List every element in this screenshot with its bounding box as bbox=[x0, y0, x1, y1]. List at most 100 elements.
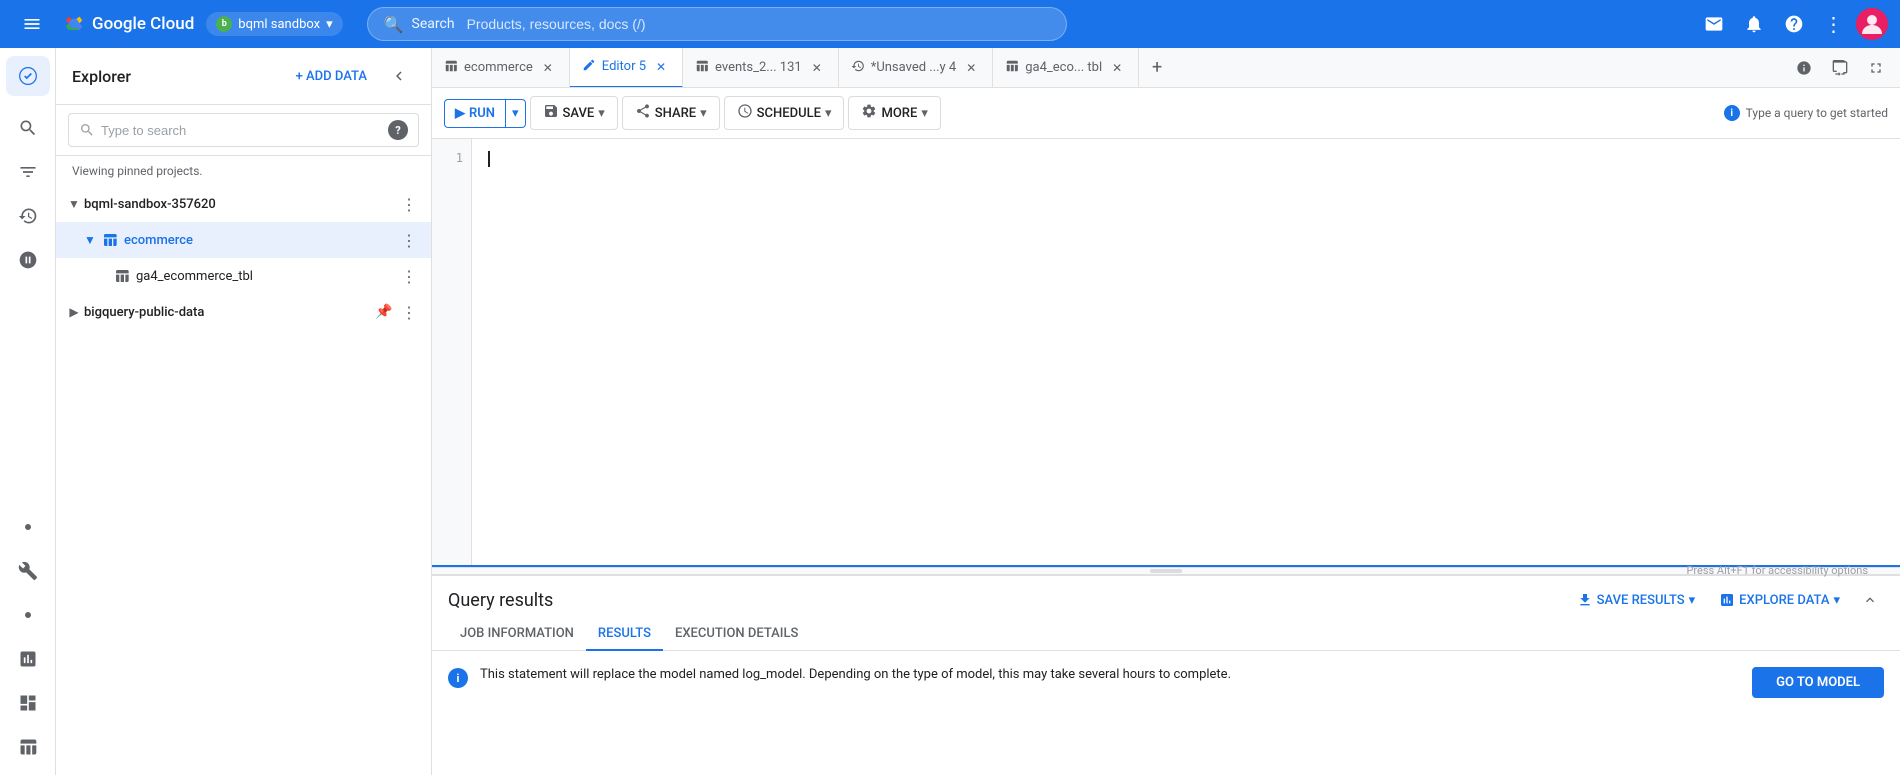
more-button[interactable]: MORE ▾ bbox=[848, 96, 940, 130]
nav-item-wrench[interactable] bbox=[8, 551, 48, 591]
code-content[interactable] bbox=[472, 139, 1900, 565]
alerts-button[interactable] bbox=[1736, 6, 1772, 42]
tab-unsaved-close[interactable]: ✕ bbox=[962, 59, 980, 77]
tab-ecommerce[interactable]: ecommerce ✕ bbox=[432, 48, 570, 88]
tree-item-bigquery-public[interactable]: ▶ bigquery-public-data 📌 ⋮ bbox=[56, 294, 431, 330]
collapse-sidebar-button[interactable] bbox=[383, 60, 415, 92]
tab-editor5-close[interactable]: ✕ bbox=[652, 58, 670, 76]
tab-bar: ecommerce ✕ Editor 5 ✕ events_2... 131 ✕ bbox=[432, 48, 1900, 88]
resize-indicator bbox=[1150, 569, 1182, 573]
save-results-label: SAVE RESULTS bbox=[1597, 593, 1685, 608]
schedule-button[interactable]: SCHEDULE ▾ bbox=[724, 96, 845, 130]
run-dropdown-button[interactable]: ▾ bbox=[505, 99, 526, 128]
nav-item-dot2[interactable] bbox=[8, 595, 48, 635]
tab-ga4eco[interactable]: ga4_eco... tbl ✕ bbox=[993, 48, 1139, 88]
tab-ga4eco-close[interactable]: ✕ bbox=[1108, 59, 1126, 77]
tree-arrow-ecommerce[interactable]: ▼ bbox=[80, 230, 100, 250]
add-data-button[interactable]: + ADD DATA bbox=[288, 63, 375, 90]
user-avatar[interactable] bbox=[1856, 8, 1888, 40]
toolbar-hint-text: Type a query to get started bbox=[1746, 106, 1888, 120]
run-play-icon: ▶ bbox=[455, 106, 465, 121]
go-to-model-button[interactable]: GO TO MODEL bbox=[1752, 667, 1884, 698]
project-name: bqml sandbox bbox=[238, 17, 320, 32]
tree-more-ecommerce[interactable]: ⋮ bbox=[395, 226, 423, 254]
tab-info-button[interactable] bbox=[1788, 52, 1820, 84]
left-icon-nav bbox=[0, 48, 56, 775]
tab-events2[interactable]: events_2... 131 ✕ bbox=[683, 48, 839, 88]
more-options-button[interactable]: ⋮ bbox=[1816, 6, 1852, 42]
nav-icons: ⋮ bbox=[1696, 6, 1888, 42]
code-editor[interactable]: 1 bbox=[432, 139, 1900, 567]
tree-label-ecommerce: ecommerce bbox=[124, 233, 395, 248]
notifications-button[interactable] bbox=[1696, 6, 1732, 42]
search-label: Search bbox=[412, 16, 455, 32]
more-settings-icon bbox=[861, 103, 877, 123]
explore-data-label: EXPLORE DATA bbox=[1739, 593, 1829, 608]
explore-data-button[interactable]: EXPLORE DATA ▾ bbox=[1711, 588, 1848, 612]
ga4-table-icon bbox=[112, 266, 132, 286]
run-label: RUN bbox=[469, 106, 495, 121]
editor-area: ecommerce ✕ Editor 5 ✕ events_2... 131 ✕ bbox=[432, 48, 1900, 775]
explorer-search-wrapper: ? bbox=[56, 105, 431, 156]
tab-split-button[interactable] bbox=[1824, 52, 1856, 84]
nav-item-search[interactable] bbox=[8, 108, 48, 148]
nav-item-explore[interactable] bbox=[8, 240, 48, 280]
explorer-search-input[interactable] bbox=[101, 123, 382, 138]
tree-more-bigquery[interactable]: ⋮ bbox=[395, 298, 423, 326]
save-results-button[interactable]: SAVE RESULTS ▾ bbox=[1569, 588, 1704, 612]
tab-ga4eco-label: ga4_eco... tbl bbox=[1025, 60, 1102, 75]
save-button-group[interactable]: SAVE ▾ bbox=[530, 96, 618, 130]
share-button[interactable]: SHARE ▾ bbox=[622, 96, 720, 130]
tree-arrow-bigquery[interactable]: ▶ bbox=[64, 302, 84, 322]
share-icon bbox=[635, 103, 651, 123]
nav-item-analytics[interactable] bbox=[8, 639, 48, 679]
add-tab-button[interactable]: + bbox=[1139, 48, 1175, 88]
google-cloud-logo[interactable]: Google Cloud bbox=[60, 13, 194, 35]
tab-fullscreen-button[interactable] bbox=[1860, 52, 1892, 84]
tab-job-information-label: JOB INFORMATION bbox=[460, 626, 574, 641]
tab-editor5[interactable]: Editor 5 ✕ bbox=[570, 48, 683, 88]
search-help-icon[interactable]: ? bbox=[388, 120, 408, 140]
save-icon bbox=[543, 103, 559, 123]
tab-events2-close[interactable]: ✕ bbox=[808, 59, 826, 77]
tab-events2-icon bbox=[695, 59, 709, 77]
line-numbers: 1 bbox=[432, 139, 472, 565]
explorer-search-box[interactable]: ? bbox=[68, 113, 419, 147]
tree-more-ga4[interactable]: ⋮ bbox=[395, 262, 423, 290]
tree-item-ecommerce[interactable]: ▼ ecommerce ⋮ bbox=[56, 222, 431, 258]
nav-item-filter[interactable] bbox=[8, 152, 48, 192]
tree-more-bqml[interactable]: ⋮ bbox=[395, 190, 423, 218]
tab-unsaved[interactable]: *Unsaved ...y 4 ✕ bbox=[839, 48, 994, 88]
tab-unsaved-label: *Unsaved ...y 4 bbox=[871, 60, 957, 75]
run-button[interactable]: ▶ RUN bbox=[444, 99, 505, 128]
collapse-results-button[interactable] bbox=[1856, 586, 1884, 614]
tree-pin-bigquery[interactable]: 📌 bbox=[373, 301, 395, 323]
tab-results[interactable]: RESULTS bbox=[586, 618, 663, 651]
global-search-bar[interactable]: 🔍 Search bbox=[367, 7, 1067, 41]
tree-arrow-bqml[interactable]: ▼ bbox=[64, 194, 84, 214]
nav-item-bigquery[interactable] bbox=[6, 56, 50, 96]
tree-item-ga4[interactable]: ga4_ecommerce_tbl ⋮ bbox=[56, 258, 431, 294]
nav-item-dot1[interactable] bbox=[8, 507, 48, 547]
schedule-dropdown-icon: ▾ bbox=[825, 106, 832, 121]
menu-button[interactable] bbox=[12, 10, 52, 38]
ecommerce-table-icon bbox=[100, 230, 120, 250]
tab-ga4eco-icon bbox=[1005, 59, 1019, 77]
results-message: This statement will replace the model na… bbox=[480, 667, 1740, 682]
tree-item-bqml-sandbox[interactable]: ▼ bqml-sandbox-357620 ⋮ bbox=[56, 186, 431, 222]
explorer-sidebar: Explorer + ADD DATA ? Viewing pinned pro… bbox=[56, 48, 432, 775]
tab-job-information[interactable]: JOB INFORMATION bbox=[448, 618, 586, 651]
nav-item-dashboard[interactable] bbox=[8, 683, 48, 723]
resize-handle[interactable]: Press Alt+F1 for accessibility options bbox=[432, 567, 1900, 575]
tab-editor5-icon bbox=[582, 58, 596, 76]
help-button[interactable] bbox=[1776, 6, 1812, 42]
cursor-line bbox=[488, 151, 1884, 167]
nav-item-history[interactable] bbox=[8, 196, 48, 236]
project-dropdown-icon: ▾ bbox=[326, 17, 333, 32]
tab-execution-details[interactable]: EXECUTION DETAILS bbox=[663, 618, 810, 651]
tab-results-label: RESULTS bbox=[598, 626, 651, 641]
nav-item-table[interactable] bbox=[8, 727, 48, 767]
tab-ecommerce-close[interactable]: ✕ bbox=[539, 59, 557, 77]
search-input[interactable] bbox=[467, 16, 1050, 32]
project-selector[interactable]: b bqml sandbox ▾ bbox=[206, 12, 342, 36]
